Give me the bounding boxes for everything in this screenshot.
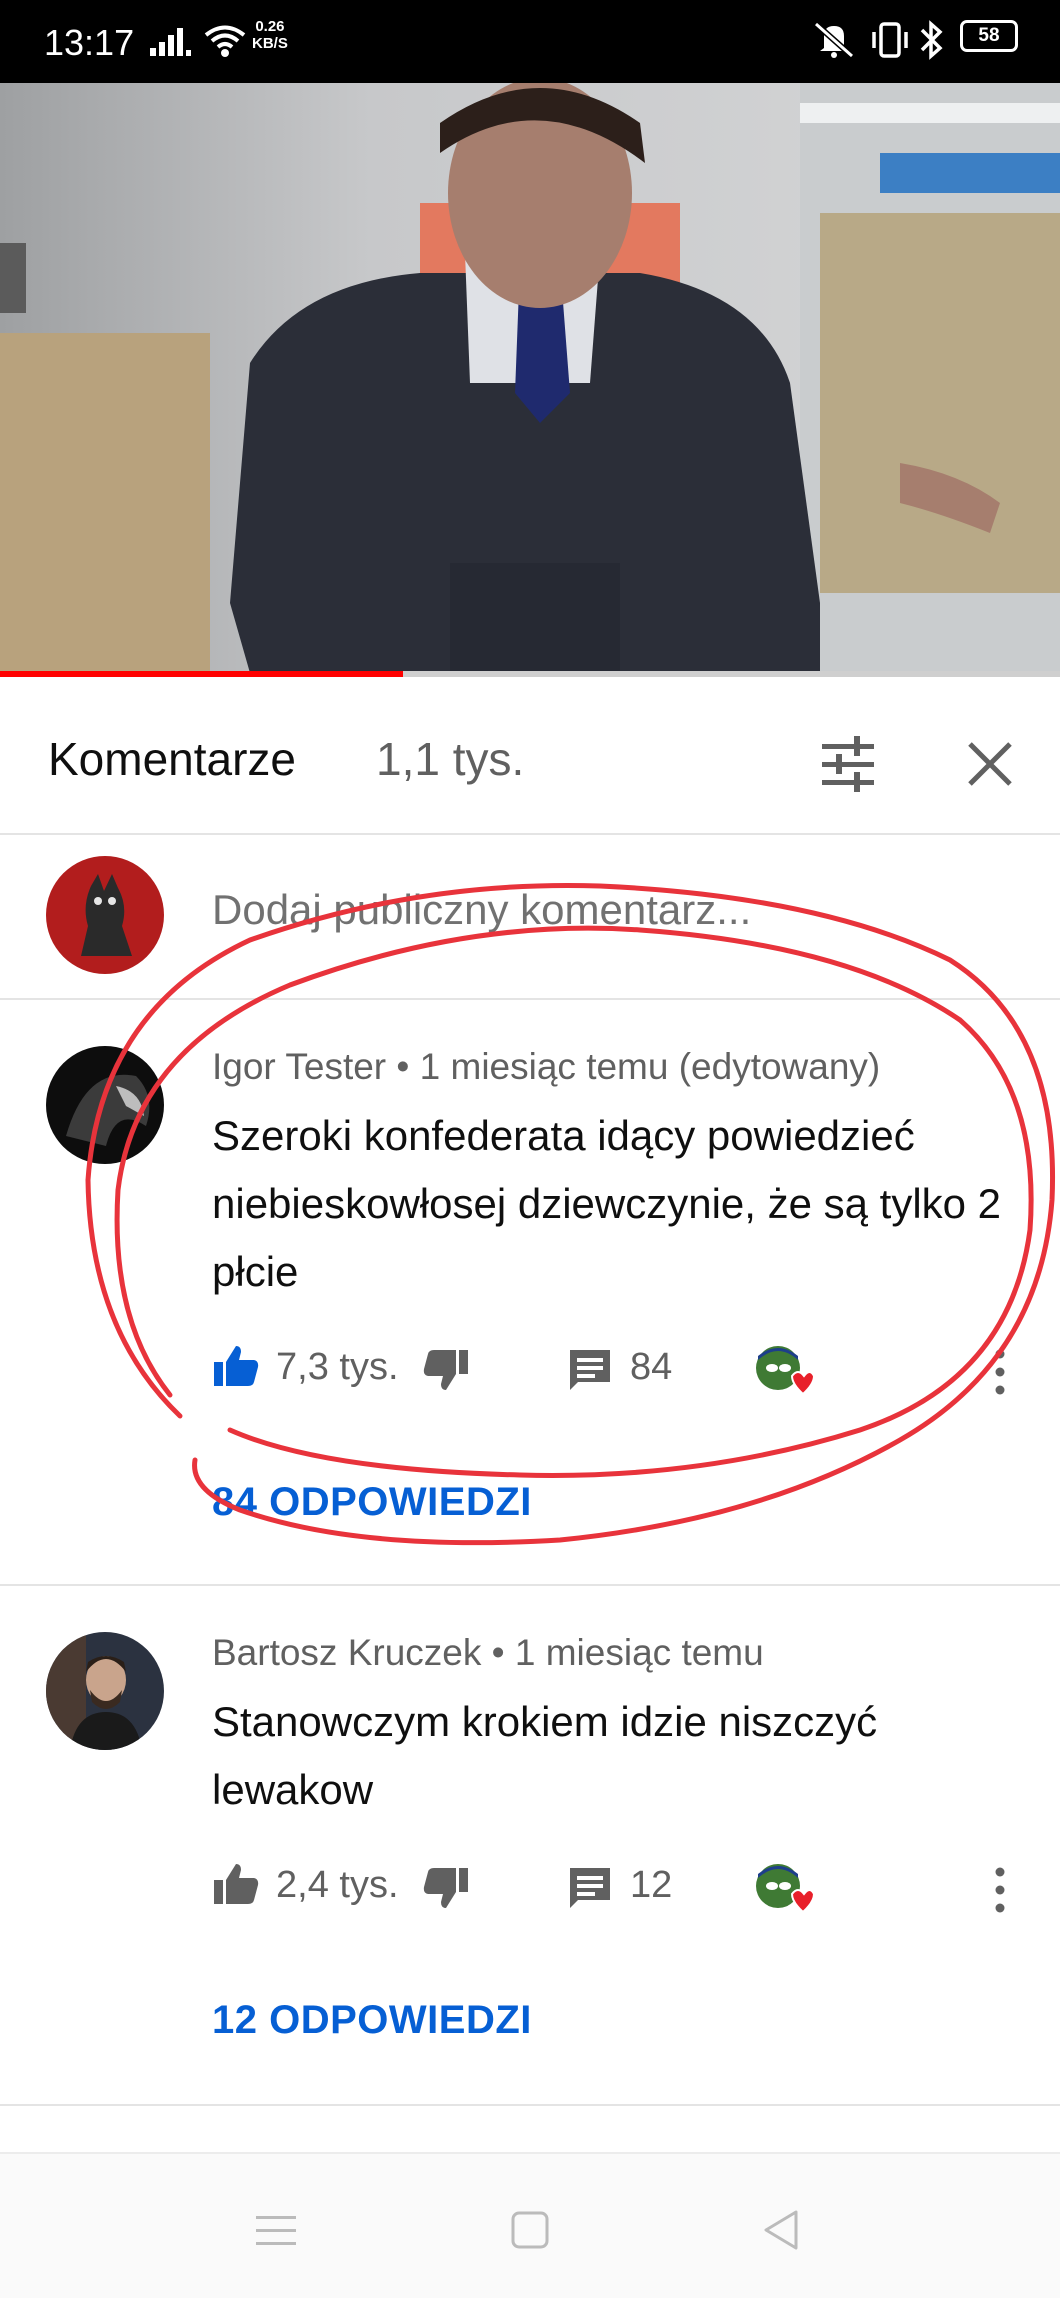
reply-button[interactable]: [566, 1864, 614, 1912]
status-bar: 13:17 0.26 KB/S 58: [0, 0, 1060, 83]
reply-button[interactable]: [566, 1346, 614, 1394]
comment-meta: Igor Tester • 1 miesiąc temu (edytowany): [212, 1046, 881, 1087]
dislike-button[interactable]: [422, 1864, 470, 1912]
bluetooth-icon: [920, 20, 943, 60]
more-options-icon[interactable]: [988, 1864, 1012, 1916]
reply-count: 12: [630, 1864, 673, 1906]
video-progress-fill: [0, 671, 403, 677]
comments-title: Komentarze: [48, 733, 297, 785]
comment-author-avatar[interactable]: [46, 1046, 164, 1164]
more-options-icon[interactable]: [988, 1346, 1012, 1398]
creator-heart-icon: [756, 1346, 816, 1396]
mute-icon: [814, 21, 854, 59]
sort-button[interactable]: [808, 724, 888, 804]
signal-icon: [150, 26, 194, 56]
like-button[interactable]: [212, 1342, 260, 1390]
view-replies-link[interactable]: 84 ODPOWIEDZI: [212, 1480, 532, 1525]
creator-heart-icon: [756, 1864, 816, 1914]
system-nav-bar: [0, 2152, 1060, 2298]
like-count: 2,4 tys.: [276, 1864, 399, 1906]
comment-actions: 2,4 tys. 12: [212, 1860, 1032, 1920]
comment-author-avatar[interactable]: [46, 1632, 164, 1750]
user-avatar: [46, 856, 164, 974]
net-speed: 0.26 KB/S: [252, 18, 288, 52]
comment-text: Szeroki konfederata idący powiedzieć nie…: [212, 1112, 1002, 1295]
home-icon[interactable]: [500, 2200, 560, 2260]
vibrate-icon: [872, 22, 908, 58]
dislike-button[interactable]: [422, 1346, 470, 1394]
comment-item: Igor Tester • 1 miesiąc temu (edytowany)…: [0, 1000, 1060, 1582]
comment-item: Bartosz Kruczek • 1 miesiąc temu Stanowc…: [0, 1586, 1060, 2106]
back-icon[interactable]: [752, 2200, 812, 2260]
battery-icon: 58: [960, 20, 1018, 52]
comment-meta: Bartosz Kruczek • 1 miesiąc temu: [212, 1632, 764, 1673]
video-frame: [0, 83, 1060, 673]
wifi-icon: [204, 25, 246, 57]
like-button[interactable]: [212, 1860, 260, 1908]
comment-divider: [0, 2104, 1060, 2106]
like-count: 7,3 tys.: [276, 1346, 399, 1388]
view-replies-link[interactable]: 12 ODPOWIEDZI: [212, 1998, 532, 2043]
comment-text: Stanowczym krokiem idzie niszczyć lewako…: [212, 1698, 878, 1813]
tune-icon: [822, 736, 874, 792]
menu-icon[interactable]: [246, 2200, 306, 2260]
close-icon: [968, 742, 1012, 786]
comments-count: 1,1 tys.: [376, 733, 525, 785]
net-speed-value: 0.26: [255, 18, 285, 35]
net-speed-unit: KB/S: [252, 35, 288, 52]
reply-count: 84: [630, 1346, 673, 1388]
add-comment-input[interactable]: Dodaj publiczny komentarz...: [212, 886, 751, 934]
comment-actions: 7,3 tys. 84: [212, 1342, 1032, 1402]
video-player[interactable]: [0, 83, 1060, 673]
video-progress-bar[interactable]: [0, 671, 1060, 677]
comments-header: Komentarze 1,1 tys.: [0, 680, 1060, 835]
status-time: 13:17: [44, 22, 135, 63]
close-button[interactable]: [950, 724, 1030, 804]
add-comment-row[interactable]: Dodaj publiczny komentarz...: [0, 838, 1060, 1000]
